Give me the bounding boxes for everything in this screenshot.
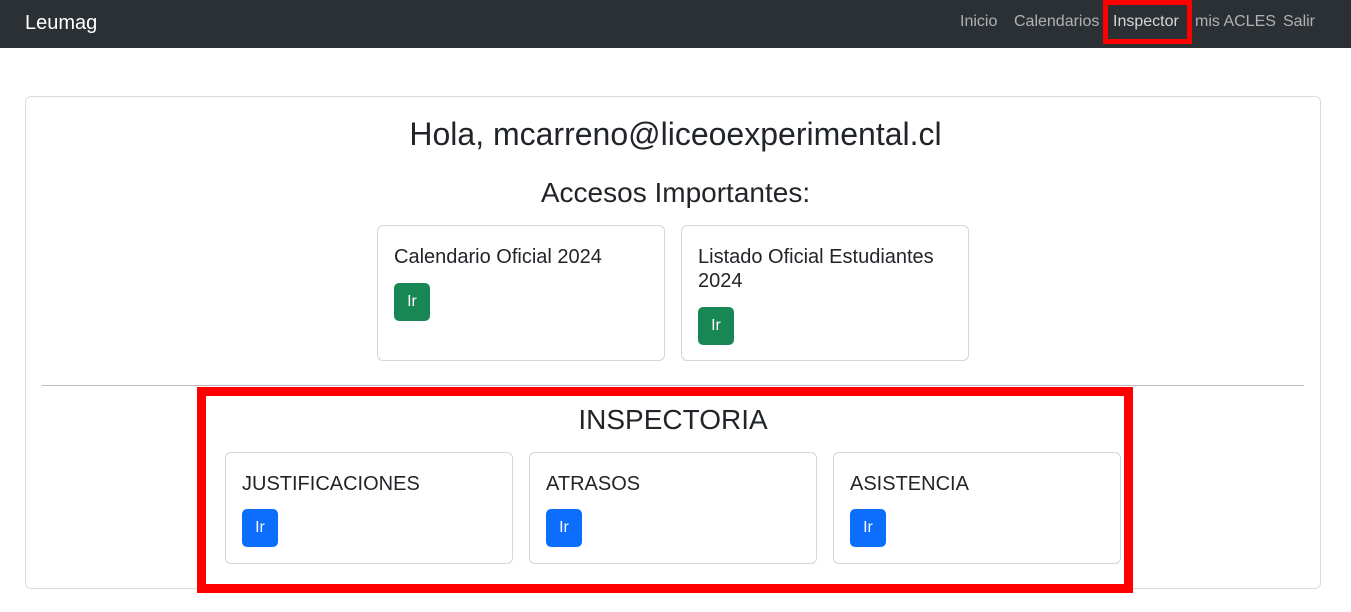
nav-link-salir[interactable]: Salir (1283, 13, 1315, 31)
inspector-highlight-box (1103, 0, 1192, 44)
nav-link-mis-acles[interactable]: mis ACLES (1195, 13, 1276, 31)
inspectoria-highlight-box (197, 387, 1133, 593)
listado-ir-button[interactable]: Ir (698, 307, 734, 345)
access-card-calendario: Calendario Oficial 2024 Ir (377, 225, 665, 361)
access-card-listado: Listado Oficial Estudiantes 2024 Ir (681, 225, 969, 361)
nav-link-inicio[interactable]: Inicio (960, 13, 997, 31)
calendario-ir-button[interactable]: Ir (394, 283, 430, 321)
top-navbar: Leumag Inicio Calendarios Inspector mis … (0, 0, 1351, 48)
nav-link-calendarios[interactable]: Calendarios (1014, 13, 1099, 31)
greeting-heading: Hola, mcarreno@liceoexperimental.cl (409, 116, 942, 152)
section-divider (42, 385, 1304, 386)
brand-logo[interactable]: Leumag (25, 11, 97, 35)
accesos-heading: Accesos Importantes: (540, 177, 811, 208)
access-card-title: Listado Oficial Estudiantes 2024 (698, 246, 934, 292)
access-card-title: Calendario Oficial 2024 (394, 246, 602, 268)
